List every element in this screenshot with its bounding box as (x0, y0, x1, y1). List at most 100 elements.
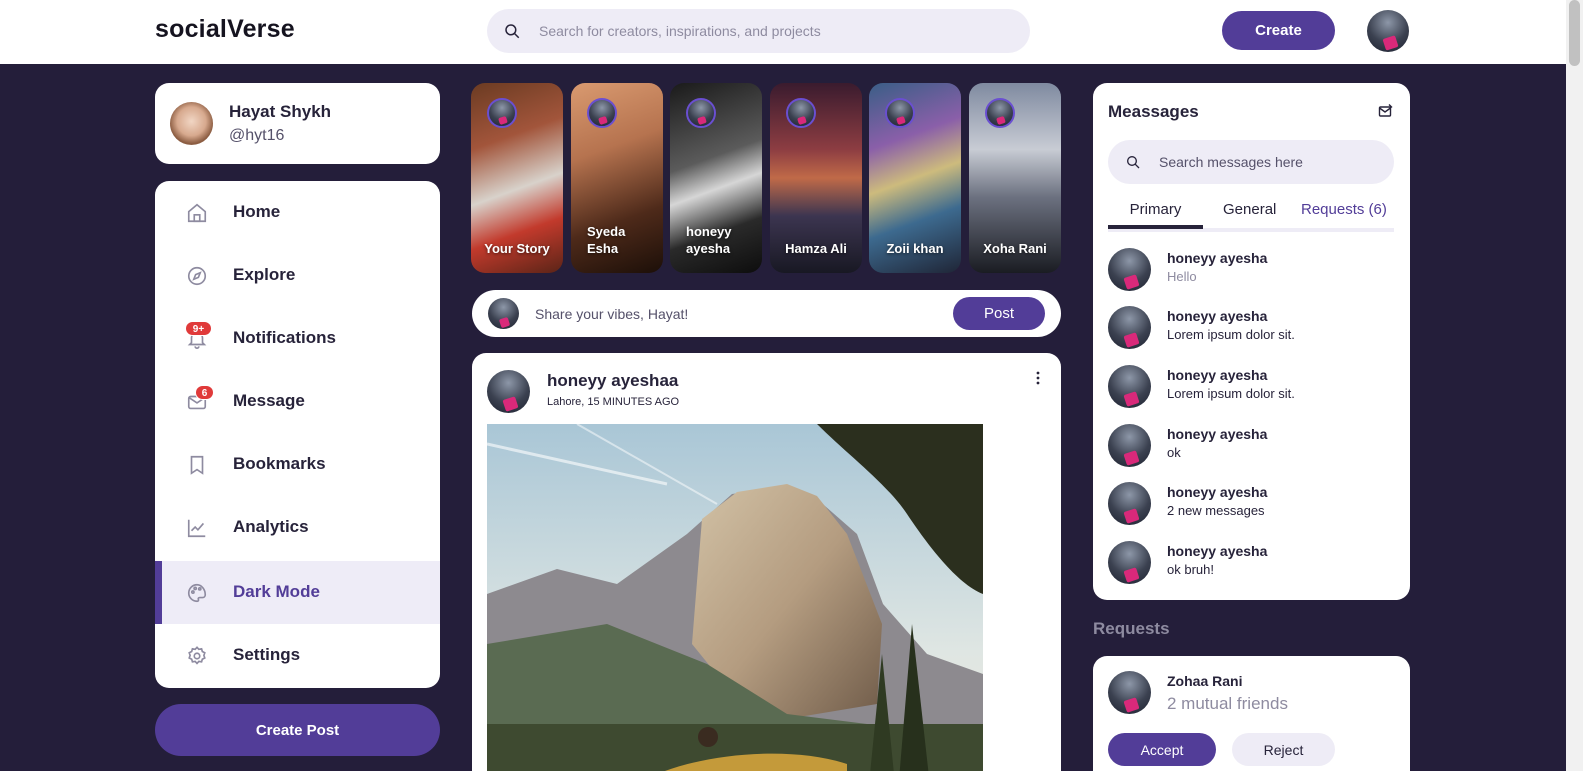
story-name: honeyy ayesha (686, 224, 732, 256)
sidebar-item-bookmarks[interactable]: Bookmarks (155, 433, 440, 496)
global-search-input[interactable] (539, 9, 1009, 53)
sidebar-item-label: Bookmarks (233, 454, 326, 473)
home-icon (187, 203, 207, 223)
story-card[interactable]: Hamza Ali (770, 83, 862, 273)
sidebar-item-label: Notifications (233, 328, 336, 347)
message-item[interactable]: honeyy ayesha Lorem ipsum dolor sit. (1108, 365, 1398, 417)
global-search[interactable] (487, 9, 1030, 53)
sidebar-item-label: Settings (233, 645, 301, 664)
sidebar-item-label: Home (233, 202, 281, 221)
create-button[interactable]: Create (1222, 11, 1335, 50)
gear-icon (188, 646, 206, 665)
compass-icon (187, 266, 207, 286)
message-item[interactable]: honeyy ayesha Hello (1108, 248, 1398, 300)
story-avatar (885, 98, 915, 128)
profile-card[interactable]: Hayat Shykh @hyt16 (155, 83, 440, 164)
notifications-badge: 9+ (185, 321, 212, 336)
chart-line-icon (187, 519, 206, 538)
create-post-button[interactable]: Create Post (155, 704, 440, 756)
message-sender: honeyy ayesha (1167, 250, 1268, 266)
tab-primary[interactable]: Primary (1108, 201, 1203, 229)
tab-requests[interactable]: Requests (6) (1301, 201, 1387, 218)
message-item[interactable]: honeyy ayesha Lorem ipsum dolor sit. (1108, 306, 1398, 358)
sidebar-item-notifications[interactable]: 9+ Notifications (155, 307, 440, 370)
message-sender: honeyy ayesha (1167, 543, 1268, 559)
story-name: Your Story (484, 241, 550, 256)
story-name: Hamza Ali (785, 241, 847, 256)
story-avatar (487, 98, 517, 128)
story-avatar (686, 98, 716, 128)
message-avatar (1108, 541, 1151, 584)
story-card[interactable]: Zoii khan (869, 83, 961, 273)
post-meta: Lahore, 15 MINUTES AGO (547, 396, 680, 408)
story-card[interactable]: Syeda Esha (571, 83, 663, 273)
story-name: Zoii khan (886, 241, 944, 256)
post-button[interactable]: Post (953, 297, 1045, 330)
message-tabs: Primary General Requests (6) (1108, 199, 1394, 232)
search-icon (1127, 156, 1140, 169)
request-name[interactable]: Zohaa Rani (1167, 673, 1242, 689)
message-search-input[interactable] (1159, 140, 1379, 184)
message-preview: 2 new messages (1167, 503, 1265, 518)
request-avatar[interactable] (1108, 671, 1151, 714)
sidebar-item-settings[interactable]: Settings (155, 624, 440, 687)
profile-handle: @hyt16 (229, 127, 285, 144)
story-avatar (587, 98, 617, 128)
mutual-friends: 2 mutual friends (1167, 694, 1288, 713)
user-avatar[interactable] (1367, 10, 1409, 52)
mountain-photo (487, 424, 983, 771)
compose-message-icon[interactable] (1378, 103, 1394, 119)
sidebar-item-dark-mode[interactable]: Dark Mode (155, 561, 440, 624)
sidebar-item-home[interactable]: Home (155, 181, 440, 244)
sidebar-item-label: Message (233, 391, 305, 410)
message-preview: ok bruh! (1167, 562, 1214, 577)
message-badge: 6 (195, 385, 214, 400)
story-name: Xoha Rani (983, 241, 1047, 256)
message-avatar (1108, 482, 1151, 525)
scrollbar-thumb[interactable] (1569, 0, 1580, 66)
palette-icon (188, 583, 207, 603)
message-item[interactable]: honeyy ayesha ok bruh! (1108, 541, 1398, 593)
sidebar-item-explore[interactable]: Explore (155, 244, 440, 307)
message-sender: honeyy ayesha (1167, 308, 1268, 324)
message-search[interactable] (1108, 140, 1394, 184)
post-image[interactable] (487, 424, 983, 771)
sidebar-item-label: Analytics (233, 517, 309, 536)
scrollbar-track[interactable] (1566, 0, 1583, 771)
app-logo[interactable]: socialVerse (155, 15, 295, 44)
message-avatar (1108, 365, 1151, 408)
message-preview: ok (1167, 445, 1181, 460)
story-avatar (786, 98, 816, 128)
message-item[interactable]: honeyy ayesha 2 new messages (1108, 482, 1398, 534)
message-preview: Hello (1167, 269, 1197, 284)
more-options-icon[interactable] (1031, 370, 1045, 386)
search-icon (505, 24, 520, 39)
sidebar-item-analytics[interactable]: Analytics (155, 496, 440, 559)
message-sender: honeyy ayesha (1167, 426, 1268, 442)
message-item[interactable]: honeyy ayesha ok (1108, 424, 1398, 476)
message-avatar (1108, 306, 1151, 349)
post-author-avatar[interactable] (487, 370, 530, 413)
story-name: Syeda Esha (587, 224, 626, 256)
message-preview: Lorem ipsum dolor sit. (1167, 327, 1295, 342)
tab-general[interactable]: General (1223, 201, 1276, 218)
post-author[interactable]: honeyy ayeshaa (547, 371, 678, 391)
sidebar-item-label: Explore (233, 265, 296, 284)
story-card[interactable]: Xoha Rani (969, 83, 1061, 273)
friend-request-card: Zohaa Rani 2 mutual friends Accept Rejec… (1093, 656, 1410, 771)
composer-input[interactable] (535, 290, 945, 337)
feed-post: honeyy ayeshaa Lahore, 15 MINUTES AGO (472, 353, 1061, 771)
story-card[interactable]: honeyy ayesha (670, 83, 762, 273)
composer-avatar (488, 298, 519, 329)
accept-button[interactable]: Accept (1108, 733, 1216, 766)
message-preview: Lorem ipsum dolor sit. (1167, 386, 1295, 401)
messages-title: Meassages (1108, 102, 1199, 121)
messages-panel: Meassages Primary General Requests (6) h… (1093, 83, 1410, 600)
story-card[interactable]: Your Story (471, 83, 563, 273)
story-avatar (985, 98, 1015, 128)
message-avatar (1108, 248, 1151, 291)
sidebar-item-message[interactable]: 6 Message (155, 370, 440, 433)
message-avatar (1108, 424, 1151, 467)
reject-button[interactable]: Reject (1232, 733, 1335, 766)
profile-name: Hayat Shykh (229, 102, 332, 121)
